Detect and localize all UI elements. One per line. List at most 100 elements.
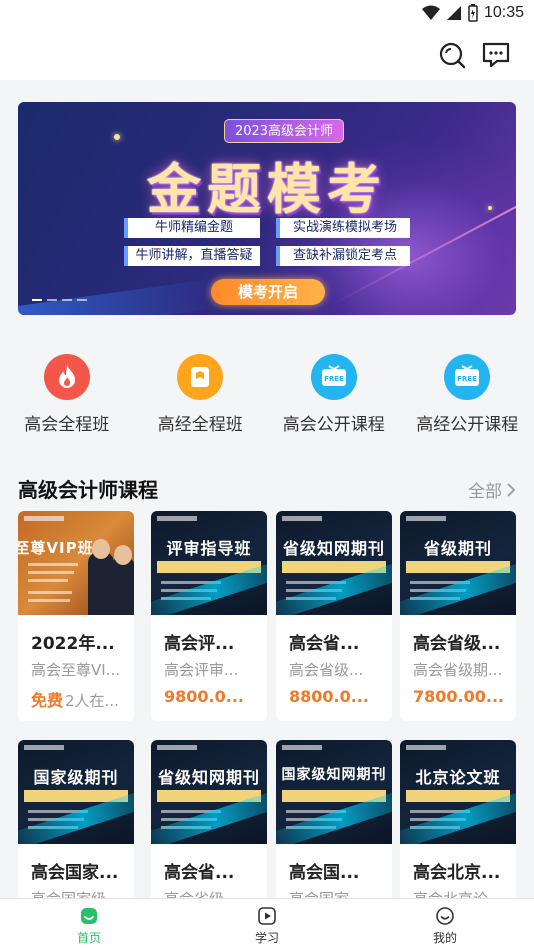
play-icon	[258, 907, 276, 925]
carousel-dot[interactable]	[77, 299, 87, 301]
quick-nav-label: 高经公开课程	[416, 415, 519, 435]
course-title: 高会国...	[289, 863, 360, 883]
teacher-photo	[92, 539, 110, 559]
thumbnail-text-line	[28, 599, 70, 602]
thumbnail-text-line	[161, 589, 217, 592]
thumbnail-text-line	[410, 589, 466, 592]
thumbnail-title: 省级知网期刊	[157, 768, 260, 787]
quick-nav-item[interactable]: FREE 高经公开课程	[401, 340, 534, 440]
quick-nav-label: 高会公开课程	[282, 415, 385, 435]
course-price: 9800.0...	[164, 687, 244, 706]
course-subtitle: 高会至尊VI...	[31, 661, 120, 679]
course-card[interactable]: 至尊VIP班 2022年... 高会至尊VI... 免费 2人在...	[18, 511, 134, 721]
section-header: 高级会计师课程 全部	[18, 474, 516, 504]
svg-text:FREE: FREE	[457, 375, 477, 383]
thumbnail-logo	[157, 745, 197, 750]
thumbnail-text-line	[286, 826, 336, 829]
course-thumbnail: 国家级期刊	[18, 740, 134, 844]
tab-study[interactable]: 学习	[178, 899, 356, 950]
thumbnail-text-line	[286, 597, 336, 600]
quick-nav-item[interactable]: FREE 高会公开课程	[267, 340, 401, 440]
tab-label: 首页	[76, 931, 101, 945]
thumbnail-band	[282, 561, 386, 573]
smile-icon	[436, 907, 454, 925]
thumbnail-band	[406, 561, 510, 573]
tab-label: 学习	[254, 931, 279, 945]
course-title: 高会北京...	[413, 863, 501, 883]
thumbnail-text-line	[161, 597, 211, 600]
thumbnail-logo	[282, 745, 322, 750]
tab-home[interactable]: 首页	[0, 899, 178, 950]
thumbnail-text-line	[28, 571, 74, 574]
bottom-tab-bar: 首页 学习 我的	[0, 898, 534, 950]
carousel-dot[interactable]	[47, 299, 57, 301]
quick-nav-item[interactable]: 高会全程班	[0, 340, 134, 440]
free-tv-icon: FREE	[310, 354, 357, 400]
promo-banner[interactable]: 2023高级会计师 金题模考 牛师精编金题 实战演练模拟考场 牛师讲解，直播答疑…	[18, 102, 516, 315]
search-icon	[439, 42, 466, 69]
tab-label: 我的	[432, 931, 457, 945]
thumbnail-text-line	[161, 818, 217, 821]
thumbnail-text-line	[161, 810, 221, 813]
thumbnail-text-line	[286, 810, 346, 813]
message-button[interactable]	[480, 39, 512, 71]
status-bar: 10:35	[0, 0, 534, 30]
thumbnail-text-line	[286, 818, 342, 821]
banner-start-button[interactable]: 模考开启	[211, 279, 325, 305]
course-subtitle: 高会评审...	[164, 661, 239, 679]
search-button[interactable]	[436, 39, 468, 71]
thumbnail-band	[24, 790, 128, 802]
thumbnail-text-line	[410, 597, 460, 600]
thumbnail-logo	[24, 516, 64, 521]
thumbnail-title: 评审指导班	[166, 539, 252, 558]
banner-streak	[18, 277, 218, 315]
course-title: 高会省级...	[413, 634, 501, 654]
course-card[interactable]: 评审指导班 高会评... 高会评审... 9800.0...	[151, 511, 267, 721]
thumbnail-logo	[406, 516, 446, 521]
course-subtitle: 高会省级期...	[413, 661, 503, 679]
view-all-label: 全部	[468, 482, 502, 502]
message-icon	[482, 42, 510, 68]
quick-nav-label: 高经全程班	[157, 415, 243, 435]
carousel-dot[interactable]	[32, 299, 42, 301]
quick-nav-item[interactable]: 高经全程班	[134, 340, 268, 440]
thumbnail-text-line	[28, 563, 78, 566]
tab-profile[interactable]: 我的	[356, 899, 534, 950]
course-thumbnail: 省级知网期刊	[151, 740, 267, 844]
fire-icon	[43, 354, 90, 400]
thumbnail-title: 国家级期刊	[33, 768, 119, 787]
thumbnail-text-line	[410, 826, 460, 829]
banner-tag: 查缺补漏锁定考点	[276, 246, 410, 266]
course-title: 高会省...	[164, 863, 235, 883]
carousel-dot[interactable]	[62, 299, 72, 301]
banner-title: 金题模考	[147, 158, 387, 221]
banner-tag: 牛师精编金题	[124, 218, 260, 238]
banner-tag: 牛师讲解，直播答疑	[124, 246, 260, 266]
carousel-indicator	[32, 299, 87, 301]
thumbnail-text-line	[161, 581, 221, 584]
thumbnail-text-line	[410, 810, 470, 813]
thumbnail-band	[406, 790, 510, 802]
course-card[interactable]: 省级期刊 高会省级... 高会省级期... 7800.00...	[400, 511, 516, 721]
course-card[interactable]: 省级知网期刊 高会省... 高会省级... 8800.0...	[276, 511, 392, 721]
thumbnail-band	[157, 561, 261, 573]
app-header	[0, 30, 534, 80]
course-thumbnail: 省级知网期刊	[276, 511, 392, 615]
course-thumbnail: 至尊VIP班	[18, 511, 134, 615]
teacher-photo	[114, 545, 132, 565]
thumbnail-title: 北京论文班	[415, 768, 501, 787]
thumbnail-text-line	[28, 591, 72, 594]
thumbnail-text-line	[286, 589, 342, 592]
course-thumbnail: 国家级知网期刊	[276, 740, 392, 844]
signal-icon	[446, 6, 461, 20]
thumbnail-logo	[406, 745, 446, 750]
thumbnail-logo	[24, 745, 64, 750]
sparkle-icon	[114, 134, 120, 140]
course-thumbnail: 评审指导班	[151, 511, 267, 615]
view-all-link[interactable]: 全部	[468, 477, 516, 502]
course-price: 8800.0...	[289, 687, 369, 706]
course-title: 高会省...	[289, 634, 360, 654]
course-title: 高会国家...	[31, 863, 119, 883]
free-tv-icon: FREE	[444, 354, 491, 400]
svg-text:FREE: FREE	[324, 375, 344, 383]
